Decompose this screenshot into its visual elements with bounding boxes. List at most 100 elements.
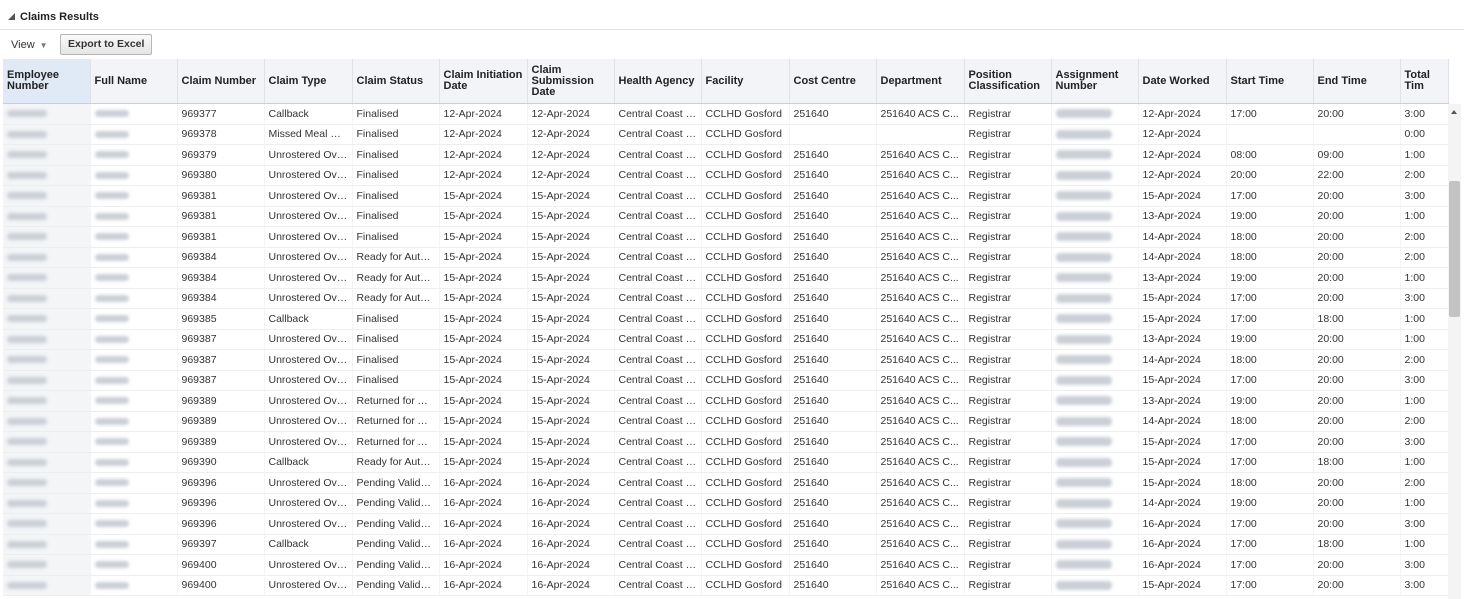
table-row[interactable]: 969384 Unrostered Ove... Ready for Auto...… (3, 247, 1449, 268)
table-row[interactable]: 969397 Callback Pending Validation 16-Apr-2… (3, 534, 1449, 555)
table-cell (90, 329, 178, 350)
table-row[interactable]: 969381 Unrostered Ove... Finalised 15-Apr-2… (3, 185, 1449, 207)
vertical-scrollbar[interactable] (1448, 104, 1461, 599)
table-row[interactable]: 969396 Unrostered Ove... Pending Validatio… (3, 472, 1449, 494)
column-header[interactable]: Health Agency (614, 59, 702, 104)
table-cell: 0:00 (1400, 124, 1449, 145)
table-row[interactable]: 969381 Unrostered Ove... Finalised 15-Apr-2… (3, 206, 1449, 227)
table-cell: 20:00 (1313, 472, 1401, 494)
table-row[interactable]: 969387 Unrostered Ove... Finalised 15-Apr-2… (3, 329, 1449, 350)
scrollbar-thumb[interactable] (1449, 181, 1460, 317)
view-menu[interactable]: View ▼ (11, 39, 48, 51)
redacted-value (1055, 232, 1112, 242)
table-cell (1051, 206, 1139, 227)
table-row[interactable]: 969387 Unrostered Ove... Finalised 15-Apr-2… (3, 370, 1449, 391)
table-cell (1226, 124, 1314, 145)
table-cell: 20:00 (1313, 185, 1401, 207)
table-cell: 18:00 (1226, 226, 1314, 248)
table-cell: 15-Apr-2024 (439, 226, 528, 248)
table-row[interactable]: 969378 Missed Meal Br... Finalised 12-Apr-2… (3, 124, 1449, 145)
table-cell: 13-Apr-2024 (1138, 206, 1227, 227)
table-cell: 251640 (789, 206, 877, 227)
column-header[interactable]: Claim Status (352, 59, 440, 104)
table-cell: 1:00 (1400, 267, 1449, 289)
column-header[interactable]: Position Classification (964, 59, 1052, 104)
table-cell: Registrar (964, 247, 1052, 268)
column-header[interactable]: Claim Initiation Date (439, 59, 528, 104)
column-header[interactable]: Claim Submission Date (527, 59, 615, 104)
table-row[interactable]: 969389 Unrostered Ove... Returned for Am..… (3, 431, 1449, 453)
table-cell (1051, 431, 1139, 453)
table-cell (90, 513, 178, 535)
table-cell: 251640 ACS C... (876, 144, 965, 166)
table-row[interactable]: 969379 Unrostered Ove... Finalised 12-Apr-2… (3, 144, 1449, 166)
table-cell: 251640 (789, 493, 877, 514)
table-cell: 251640 (789, 513, 877, 535)
column-header[interactable]: Claim Type (264, 59, 353, 104)
column-header[interactable]: Employee Number (3, 59, 91, 104)
table-cell (3, 124, 91, 145)
column-header[interactable]: Total Tim (1400, 59, 1449, 104)
table-cell (1051, 144, 1139, 166)
table-row[interactable]: 969380 Unrostered Ove... Finalised 12-Apr-2… (3, 165, 1449, 186)
redacted-value (94, 171, 129, 179)
table-row[interactable]: 969387 Unrostered Ove... Finalised 15-Apr-2… (3, 349, 1449, 371)
redacted-value (94, 110, 129, 118)
table-cell: 3:00 (1400, 513, 1449, 535)
column-header[interactable]: End Time (1313, 59, 1401, 104)
table-cell: 15-Apr-2024 (1138, 472, 1227, 494)
redacted-value (7, 253, 47, 261)
table-row[interactable]: 969400 Unrostered Ove... Pending Validatio… (3, 575, 1449, 596)
table-cell: 251640 (789, 267, 877, 289)
column-header[interactable]: Department (876, 59, 965, 104)
collapse-triangle-icon[interactable] (8, 13, 15, 20)
table-cell: 15-Apr-2024 (439, 329, 528, 350)
table-cell: CCLHD Gosford (701, 472, 790, 494)
table-cell (3, 226, 91, 248)
table-cell: 15-Apr-2024 (1138, 452, 1227, 473)
table-row[interactable]: 969384 Unrostered Ove... Ready for Auto...… (3, 288, 1449, 309)
table-cell (90, 247, 178, 268)
table-cell (3, 103, 91, 125)
table-row[interactable]: 969396 Unrostered Ove... Pending Validatio… (3, 513, 1449, 535)
table-cell: 15-Apr-2024 (527, 206, 615, 227)
table-cell (90, 534, 178, 555)
column-header[interactable]: Assignment Number (1051, 59, 1139, 104)
column-header[interactable]: Facility (701, 59, 790, 104)
column-header[interactable]: Full Name (90, 59, 178, 104)
table-cell: 15-Apr-2024 (527, 452, 615, 473)
column-header[interactable]: Cost Centre (789, 59, 877, 104)
table-cell (1051, 493, 1139, 514)
table-row[interactable]: 969384 Unrostered Ove... Ready for Auto...… (3, 267, 1449, 289)
redacted-value (94, 458, 129, 466)
table-row[interactable]: 969377 Callback Finalised 12-Apr-2024 12-Apr… (3, 103, 1449, 125)
table-cell: 16-Apr-2024 (439, 534, 528, 555)
table-row[interactable]: 969385 Callback Finalised 15-Apr-2024 15-Apr… (3, 308, 1449, 330)
table-row[interactable]: 969389 Unrostered Ove... Returned for Am..… (3, 411, 1449, 432)
table-row[interactable]: 969381 Unrostered Ove... Finalised 15-Apr-2… (3, 226, 1449, 248)
table-cell: 251640 (789, 575, 877, 596)
table-cell: 251640 ACS C... (876, 431, 965, 453)
table-cell (1051, 124, 1139, 145)
table-cell: 20:00 (1313, 349, 1401, 371)
table-cell: 12-Apr-2024 (1138, 144, 1227, 166)
table-cell: 20:00 (1313, 329, 1401, 350)
table-cell (90, 411, 178, 432)
redacted-value (1055, 580, 1112, 590)
table-cell: Finalised (352, 185, 440, 207)
table-cell: Central Coast L... (614, 165, 702, 186)
column-header[interactable]: Date Worked (1138, 59, 1227, 104)
scroll-up-arrow-icon[interactable] (1451, 110, 1457, 114)
export-to-excel-button[interactable]: Export to Excel (60, 34, 153, 55)
table-cell (90, 144, 178, 166)
table-row[interactable]: 969400 Unrostered Ove... Pending Validatio… (3, 554, 1449, 576)
table-row[interactable]: 969390 Callback Ready for Auto... 15-Apr-20… (3, 452, 1449, 473)
table-cell (3, 267, 91, 289)
table-row[interactable]: 969389 Unrostered Ove... Returned for Am..… (3, 390, 1449, 412)
column-header[interactable]: Claim Number (177, 59, 265, 104)
table-row[interactable]: 969396 Unrostered Ove... Pending Validatio… (3, 493, 1449, 514)
table-cell: Callback (264, 534, 353, 555)
table-cell: 3:00 (1400, 575, 1449, 596)
table-cell: 16-Apr-2024 (439, 575, 528, 596)
column-header[interactable]: Start Time (1226, 59, 1314, 104)
